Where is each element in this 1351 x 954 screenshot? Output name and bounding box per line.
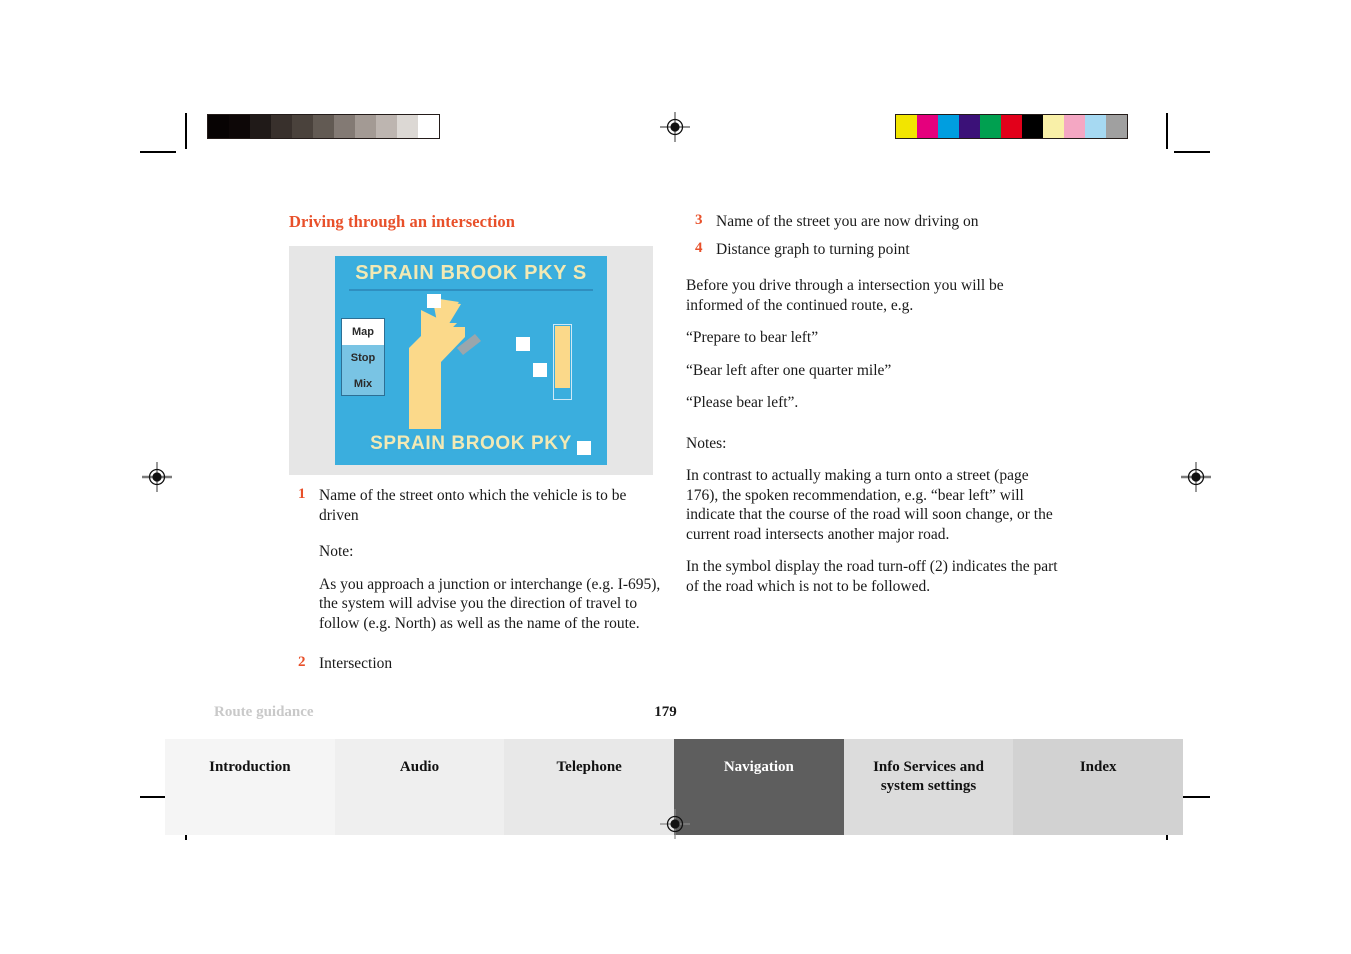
navigation-softkey-group[interactable]: Map Stop Mix	[341, 318, 385, 396]
page-title: Driving through an intersection	[289, 212, 516, 231]
registration-mark-bottom	[660, 809, 690, 839]
tab-introduction[interactable]: Introduction	[165, 739, 335, 835]
voice-prompt-2: “Bear left after one quarter mile”	[686, 361, 892, 379]
notes-label: Notes:	[686, 434, 727, 452]
intro-paragraph: Before you drive through a intersection …	[686, 277, 1004, 314]
distance-bar-fill	[555, 326, 570, 388]
note-paragraph-2: In the symbol display the road turn-off …	[686, 558, 1058, 595]
list-item-number: 1	[298, 486, 306, 502]
note-text: As you approach a junction or interchang…	[319, 575, 661, 632]
softkey-map[interactable]: Map	[342, 319, 384, 345]
navigation-display-figure: SPRAIN BROOK PKY S Map Stop Mix SPRAIN B…	[289, 246, 653, 475]
list-item-text: Intersection	[319, 655, 393, 672]
street-name-bottom: SPRAIN BROOK PKY	[370, 433, 572, 454]
callout-marker-2	[516, 337, 530, 351]
tab-info-services-and[interactable]: Info Services and system settings	[843, 739, 1014, 835]
tab-index[interactable]: Index	[1013, 739, 1184, 835]
list-item-number: 2	[298, 654, 306, 670]
tab-label: Navigation	[723, 759, 794, 775]
list-item: 1 Name of the street onto which the vehi…	[289, 486, 664, 526]
note-paragraph-1: In contrast to actually making a turn on…	[686, 467, 1053, 543]
softkey-mix[interactable]: Mix	[342, 371, 384, 397]
note-label: Note:	[319, 543, 354, 560]
list-item-number: 3	[695, 212, 703, 228]
navigation-screen: SPRAIN BROOK PKY S Map Stop Mix SPRAIN B…	[335, 256, 607, 465]
list-item: 4 Distance graph to turning point	[686, 240, 1061, 260]
tab-telephone[interactable]: Telephone	[504, 739, 675, 835]
list-item: 3 Name of the street you are now driving…	[686, 212, 1061, 232]
tab-label: Introduction	[209, 759, 291, 775]
callout-marker-3	[577, 441, 591, 455]
street-name-top: SPRAIN BROOK PKY S	[355, 262, 587, 284]
tab-audio[interactable]: Audio	[334, 739, 505, 835]
list-item: 2 Intersection	[289, 654, 664, 674]
page-number: 179	[654, 704, 677, 720]
distance-bar-graph	[553, 324, 572, 400]
tab-navigation[interactable]: Navigation	[674, 739, 844, 835]
tab-label: Audio	[399, 759, 440, 775]
voice-prompt-3: “Please bear left”.	[686, 394, 799, 411]
note-block: Note: As you approach a junction or inte…	[289, 542, 664, 633]
turn-arrow-icon	[403, 296, 513, 436]
list-item-text: Distance graph to turning point	[716, 241, 910, 258]
street-name-divider	[349, 289, 593, 291]
tab-label: Index	[1079, 759, 1117, 775]
callout-marker-1	[427, 294, 441, 308]
right-text-column: 3 Name of the street you are now driving…	[686, 212, 1061, 609]
list-item-text: Name of the street you are now driving o…	[716, 213, 979, 230]
voice-prompt-1: “Prepare to bear left”	[686, 329, 819, 346]
tab-label: Telephone	[556, 759, 622, 775]
softkey-stop[interactable]: Stop	[342, 345, 384, 371]
tab-label: Info Services and system settings	[873, 759, 984, 794]
list-item-number: 4	[695, 240, 703, 256]
callout-marker-4	[533, 363, 547, 377]
left-text-column: 1 Name of the street onto which the vehi…	[289, 486, 664, 676]
list-item-text: Name of the street onto which the vehicl…	[319, 487, 627, 524]
